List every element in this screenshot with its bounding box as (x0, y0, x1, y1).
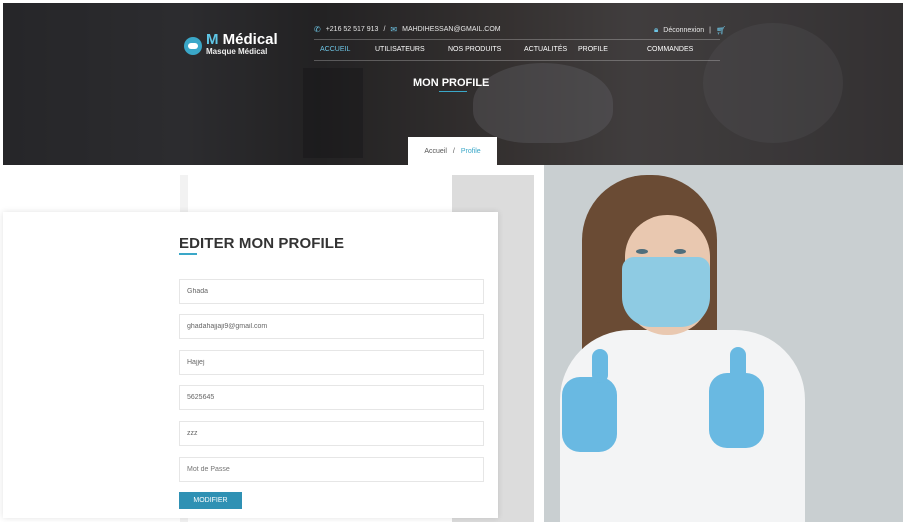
nav-utilisateurs[interactable]: UTILISATEURS (375, 46, 425, 53)
main-nav: ACCUEIL UTILISATEURS NOS PRODUITS ACTUAL… (314, 39, 720, 61)
contact-separator: / (383, 26, 386, 33)
contact-bar: ✆ +216 52 517 913 / ✉ MAHDIHESSAN@GMAIL.… (314, 25, 501, 34)
photo-thumb-right (730, 347, 746, 381)
photo-thumb-left (592, 349, 608, 383)
phone-icon: ✆ (314, 25, 321, 34)
nav-commandes[interactable]: COMMANDES (647, 46, 693, 53)
photo-eye-left (636, 249, 648, 254)
nav-nos-produits[interactable]: NOS PRODUITS (448, 46, 501, 53)
phone-field[interactable] (179, 385, 484, 410)
form-title: EDITER MON PROFILE (179, 235, 345, 252)
breadcrumb-home[interactable]: Accueil (424, 148, 447, 155)
first-name-field[interactable] (179, 279, 484, 304)
photo-glove-left (562, 377, 617, 452)
site-logo[interactable]: M Médical Masque Médical (184, 32, 278, 56)
phone-number[interactable]: +216 52 517 913 (326, 26, 379, 33)
address-field[interactable] (179, 421, 484, 446)
cart-icon[interactable]: 🛒︎ (716, 26, 726, 35)
nav-actualites[interactable]: ACTUALITÉS (524, 46, 567, 53)
nav-accueil[interactable]: ACCUEIL (320, 46, 350, 53)
page-title-underline (439, 91, 467, 92)
modifier-button[interactable]: MODIFIER (179, 492, 242, 509)
form-title-underline (179, 253, 197, 255)
nav-profile[interactable]: PROFILE (578, 46, 608, 53)
photo-eye-right (674, 249, 686, 254)
photo-glove-right (709, 373, 764, 448)
account-divider: | (709, 26, 711, 34)
doctor-photo (544, 165, 903, 522)
shield-mask-icon (184, 37, 202, 55)
breadcrumb-current: Profile (460, 147, 481, 155)
photo-face-mask (622, 257, 710, 327)
email-field[interactable] (179, 314, 484, 339)
breadcrumb-separator: / (452, 147, 455, 155)
logout-link[interactable]: Déconnexion (663, 27, 704, 34)
email-address[interactable]: MAHDIHESSAN@GMAIL.COM (402, 26, 501, 33)
page-title: MON PROFILE (413, 77, 490, 89)
account-bar: 🔒︎ Déconnexion | 🛒︎ (654, 25, 726, 35)
lock-icon: 🔒︎ (654, 25, 659, 34)
envelope-icon: ✉ (390, 25, 398, 34)
last-name-field[interactable] (179, 350, 484, 375)
breadcrumb: Accueil / Profile (408, 137, 497, 165)
logo-subtitle: Masque Médical (206, 47, 268, 56)
logo-title: M Médical (206, 31, 278, 48)
password-field[interactable] (179, 457, 484, 482)
